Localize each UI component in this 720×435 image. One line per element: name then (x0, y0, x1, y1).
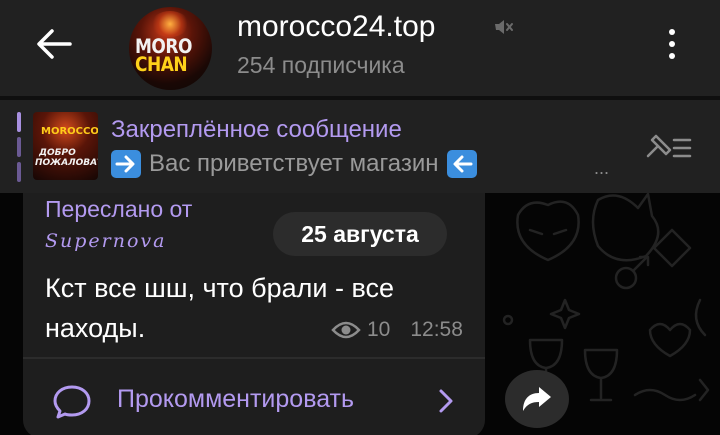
share-arrow-icon (523, 387, 551, 411)
arrow-left-icon (37, 29, 72, 59)
more-menu-button[interactable] (656, 22, 688, 66)
pinned-indicator-segment (17, 112, 21, 132)
eye-icon (331, 321, 361, 339)
avatar-text-line2: CHAN (135, 53, 188, 77)
thumb-text-line2: ДОБРО (39, 148, 76, 158)
forwarded-from-label: Переслано от (45, 196, 193, 222)
left-arrow-emoji-icon (446, 150, 477, 178)
pinned-list-icon[interactable] (640, 126, 696, 170)
subscriber-count: 254 подписчика (237, 52, 405, 78)
forwarded-author[interactable]: Supernova (45, 230, 166, 252)
menu-dot (669, 41, 675, 47)
avatar-glow (151, 11, 189, 37)
thumb-text-line3: ПОЖАЛОВАТЬ (35, 158, 98, 168)
pinned-ellipsis: ... (594, 158, 610, 178)
back-button[interactable] (28, 22, 80, 66)
muted-speaker-icon (495, 20, 513, 34)
right-arrow-emoji-icon (111, 150, 141, 178)
comment-bubble-icon (53, 385, 91, 419)
share-button[interactable] (505, 370, 569, 428)
chevron-right-icon (439, 389, 453, 413)
menu-dot (669, 29, 675, 35)
pinned-preview-text: Вас приветствует магазин (149, 150, 439, 177)
menu-dot (669, 53, 675, 59)
pinned-indicator-segment (17, 162, 21, 182)
pinned-message-bar[interactable] (0, 100, 720, 193)
view-count: 10 (367, 318, 391, 341)
pinned-indicator (17, 112, 21, 182)
message-time: 12:58 (410, 318, 463, 341)
message-meta: 10 12:58 (331, 318, 463, 342)
pinned-preview: Вас приветствует магазин (111, 150, 477, 178)
channel-avatar[interactable]: MORO CHAN (129, 7, 212, 90)
channel-title[interactable]: morocco24.top (237, 10, 435, 44)
thumb-text-line1: MOROCCO (41, 126, 98, 137)
pinned-indicator-segment (17, 137, 21, 157)
pinned-label: Закреплённое сообщение (111, 116, 402, 143)
date-separator: 25 августа (273, 212, 447, 256)
comment-label[interactable]: Прокомментировать (117, 385, 354, 414)
pinned-thumbnail: MOROCCO ДОБРО ПОЖАЛОВАТЬ (33, 112, 98, 180)
